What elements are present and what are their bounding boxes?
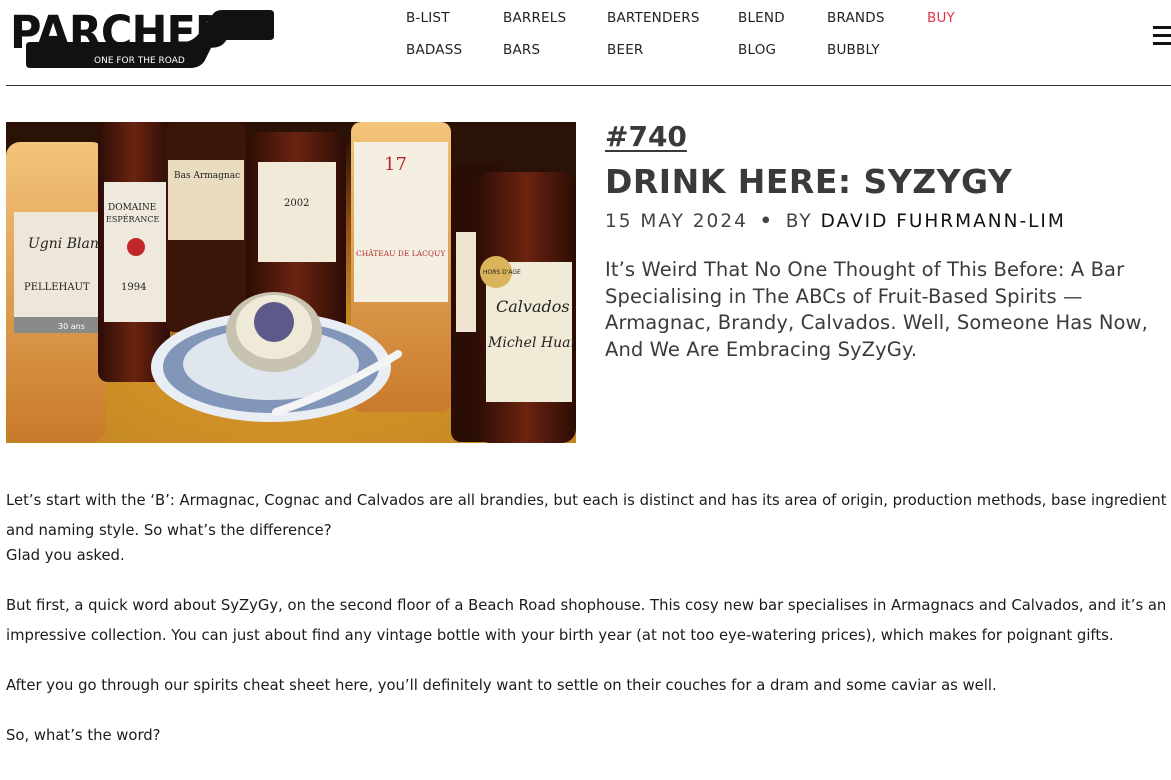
article-body: Let’s start with the ‘B’: Armagnac, Cogn… [6, 486, 1171, 751]
nav-item-blend[interactable]: BLEND [738, 10, 785, 26]
hero-label-pellehaut: PELLEHAUT [24, 282, 90, 293]
hero-label-esperance: ESPÉRANCE [106, 215, 159, 224]
nav-item-brands[interactable]: BRANDS [827, 10, 885, 26]
hero-label-30ans: 30 ans [58, 322, 85, 331]
site-logo[interactable]: PARCHED ONE FOR THE ROAD [8, 2, 276, 70]
article-title: DRINK HERE: SYZYGY [605, 162, 1013, 201]
hero-label-michel-huard: Michel Huard [487, 335, 576, 351]
hero-label-1994: 1994 [121, 282, 146, 293]
body-paragraph: Let’s start with the ‘B’: Armagnac, Cogn… [6, 492, 1167, 539]
article-number[interactable]: #740 [605, 120, 687, 153]
nav-item-barrels[interactable]: BARRELS [503, 10, 566, 26]
article-hero-image: Ugni Blanc PELLEHAUT 30 ans DOMAINE ESPÉ… [6, 122, 576, 443]
logo-tagline: ONE FOR THE ROAD [94, 56, 185, 66]
article-author[interactable]: DAVID FUHRMANN-LIM [821, 211, 1066, 232]
hero-label-calvados: Calvados [496, 297, 570, 316]
byline-prefix: BY [785, 211, 813, 232]
hero-label-17: 17 [384, 154, 407, 175]
hero-label-ugni: Ugni Blanc [28, 236, 107, 252]
article-standfirst: It’s Weird That No One Thought of This B… [605, 258, 1148, 361]
nav-item-b-list[interactable]: B-LIST [406, 10, 450, 26]
meta-separator: • [759, 211, 774, 232]
hamburger-menu-icon[interactable] [1153, 26, 1171, 46]
nav-item-bartenders[interactable]: BARTENDERS [607, 10, 700, 26]
nav-item-bubbly[interactable]: BUBBLY [827, 42, 880, 58]
hero-label-hors-dage: HORS D'AGE [483, 269, 521, 276]
body-paragraph: So, what’s the word? [6, 727, 161, 744]
logo-wordmark: PARCHED [10, 7, 230, 59]
nav-item-blog[interactable]: BLOG [738, 42, 776, 58]
header-divider [6, 85, 1171, 86]
nav-item-badass[interactable]: BADASS [406, 42, 462, 58]
nav-item-buy[interactable]: BUY [927, 10, 955, 26]
hero-label-domaine: DOMAINE [108, 203, 156, 213]
article-meta: 15 MAY 2024 • BY DAVID FUHRMANN-LIM [605, 211, 1066, 232]
nav-item-beer[interactable]: BEER [607, 42, 644, 58]
hero-label-lacquy: CHÂTEAU DE LACQUY [356, 249, 446, 258]
nav-item-bars[interactable]: BARS [503, 42, 540, 58]
body-paragraph: But first, a quick word about SyZyGy, on… [6, 597, 1167, 644]
article-date: 15 MAY 2024 [605, 211, 748, 232]
hero-label-bas-armagnac: Bas Armagnac [174, 171, 240, 181]
body-paragraph: After you go through our spirits cheat s… [6, 677, 997, 694]
hero-label-2002: 2002 [284, 198, 309, 209]
